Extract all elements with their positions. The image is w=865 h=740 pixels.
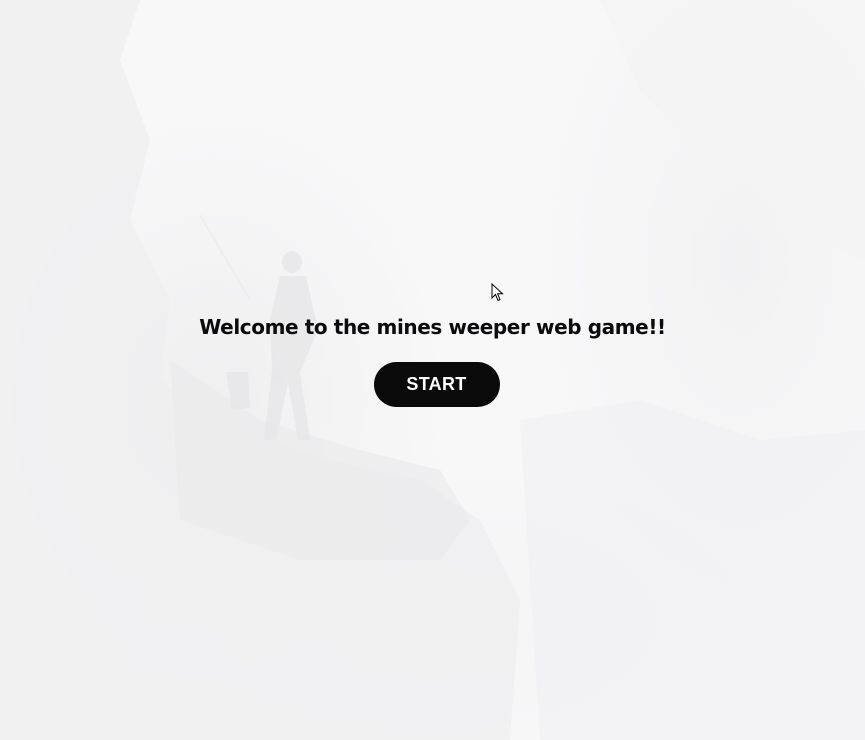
welcome-panel: Welcome to the mines weeper web game!! S…	[0, 312, 865, 407]
welcome-title: Welcome to the mines weeper web game!!	[199, 315, 666, 339]
start-button[interactable]: START	[373, 362, 500, 407]
mouse-pointer-icon	[491, 283, 504, 302]
